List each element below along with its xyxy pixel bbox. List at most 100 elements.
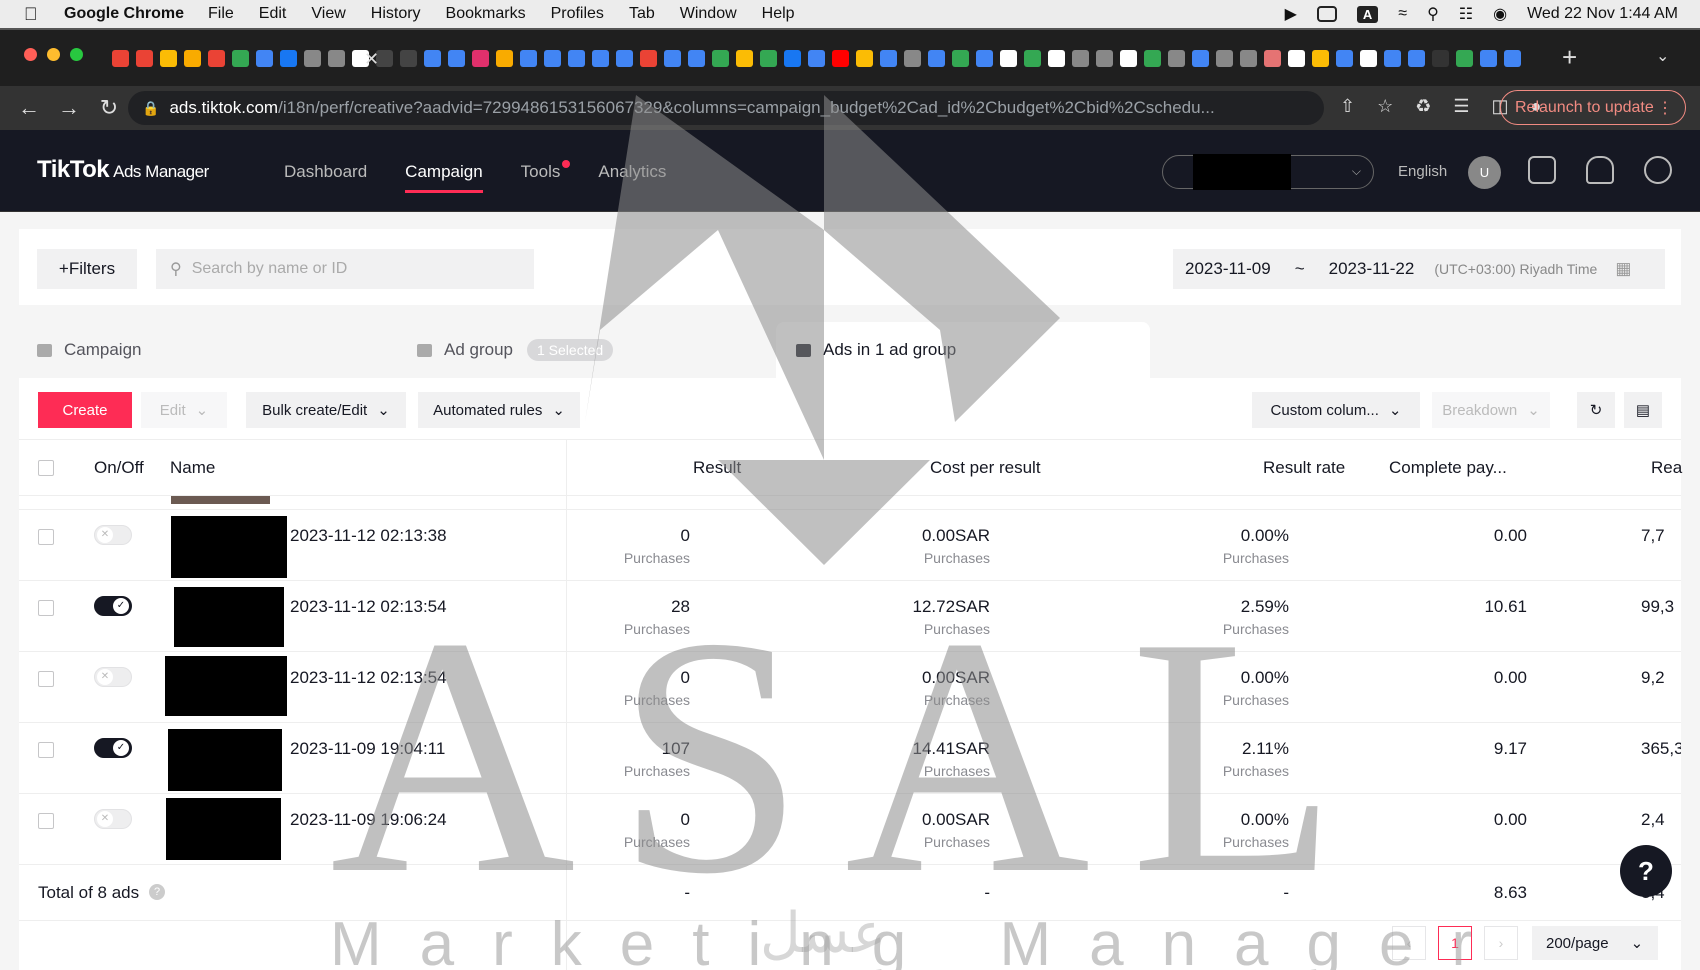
tab-favicon-34[interactable]	[904, 50, 921, 67]
tab-favicon-21[interactable]	[592, 50, 609, 67]
tab-favicon-23[interactable]	[640, 50, 657, 67]
tab-favicon-3[interactable]	[160, 50, 177, 67]
back-icon[interactable]: ←	[18, 95, 40, 121]
tab-favicon-50[interactable]	[1288, 50, 1305, 67]
tab-favicon-1[interactable]	[112, 50, 129, 67]
spotlight-icon[interactable]: ⚲	[1427, 4, 1439, 24]
tab-favicon-45[interactable]	[1168, 50, 1185, 67]
tab-favicon-59[interactable]	[1504, 50, 1521, 67]
tab-favicon-10[interactable]	[328, 50, 345, 67]
tab-favicon-5[interactable]	[208, 50, 225, 67]
tab-favicon-52[interactable]	[1336, 50, 1353, 67]
minimize-window-icon[interactable]	[47, 48, 60, 61]
edit-button[interactable]: Edit ⌄	[141, 392, 227, 428]
breakdown-button[interactable]: Breakdown ⌄	[1432, 392, 1550, 428]
help-floating-button[interactable]: ?	[1620, 845, 1672, 897]
close-window-icon[interactable]	[24, 48, 37, 61]
info-icon[interactable]: ?	[149, 884, 165, 900]
header-onoff[interactable]: On/Off	[94, 458, 144, 478]
battery-icon[interactable]	[1316, 6, 1337, 22]
row-checkbox[interactable]	[38, 529, 54, 545]
ad-name[interactable]: 2023-11-09 19:04:11	[290, 739, 445, 759]
ad-status-toggle[interactable]: ✓	[94, 596, 132, 616]
bulk-edit-button[interactable]: Bulk create/Edit ⌄	[246, 392, 406, 428]
tab-favicon-16[interactable]	[472, 50, 489, 67]
ad-name[interactable]: 2023-11-12 02:13:38	[290, 526, 447, 546]
tab-favicon-39[interactable]	[1024, 50, 1041, 67]
menu-tab[interactable]: Tab	[629, 5, 655, 23]
share-icon[interactable]: ⇧	[1340, 96, 1355, 117]
help-circle-icon[interactable]	[1644, 156, 1672, 184]
row-checkbox[interactable]	[38, 671, 54, 687]
ad-thumbnail[interactable]	[166, 798, 281, 860]
header-result[interactable]: Result	[693, 458, 741, 478]
ad-status-toggle[interactable]: ✓	[94, 738, 132, 758]
tab-favicon-42[interactable]	[1096, 50, 1113, 67]
ad-status-toggle[interactable]: ✕	[94, 667, 132, 687]
account-selector[interactable]: ⌵	[1162, 154, 1374, 190]
tab-favicon-4[interactable]	[184, 50, 201, 67]
tab-favicon-37[interactable]	[976, 50, 993, 67]
wifi-icon[interactable]: ≈	[1398, 5, 1407, 23]
page-button-current[interactable]: 1	[1438, 926, 1472, 960]
selected-chip[interactable]: 1 Selected	[527, 339, 614, 361]
select-all-checkbox[interactable]	[38, 459, 54, 476]
tab-favicon-9[interactable]	[304, 50, 321, 67]
row-checkbox[interactable]	[38, 742, 54, 758]
menu-view[interactable]: View	[311, 5, 345, 23]
bell-icon[interactable]	[1586, 156, 1614, 184]
ad-status-toggle[interactable]: ✕	[94, 525, 132, 545]
tab-favicon-30[interactable]	[808, 50, 825, 67]
tab-favicon-26[interactable]	[712, 50, 729, 67]
apple-icon[interactable]: 	[24, 4, 44, 25]
tab-favicon-36[interactable]	[952, 50, 969, 67]
tab-favicon-15[interactable]	[448, 50, 465, 67]
table-row[interactable]: ✕ 2023-11-12 02:13:38 0 Purchases 0.00SAR Pur…	[19, 510, 1681, 581]
tab-favicon-46[interactable]	[1192, 50, 1209, 67]
tab-favicon-24[interactable]	[664, 50, 681, 67]
page-size-select[interactable]: 200/page ⌄	[1532, 926, 1658, 960]
tab-favicon-20[interactable]	[568, 50, 585, 67]
menu-help[interactable]: Help	[762, 5, 795, 23]
tab-favicon-51[interactable]	[1312, 50, 1329, 67]
row-checkbox[interactable]	[38, 813, 54, 829]
ad-thumbnail[interactable]	[171, 516, 287, 578]
tab-favicon-55[interactable]	[1408, 50, 1425, 67]
tab-favicon-25[interactable]	[688, 50, 705, 67]
custom-columns-button[interactable]: Custom colum... ⌄	[1252, 392, 1420, 428]
export-icon[interactable]: ▤	[1624, 392, 1662, 428]
tab-favicon-41[interactable]	[1072, 50, 1089, 67]
tab-favicon-2[interactable]	[136, 50, 153, 67]
tab-favicon-58[interactable]	[1480, 50, 1497, 67]
ad-name[interactable]: 2023-11-12 02:13:54	[290, 668, 447, 688]
table-row[interactable]: ✕ 2023-11-12 02:13:54 0 Purchases 0.00SAR Pur…	[19, 652, 1681, 723]
tab-favicon-32[interactable]	[856, 50, 873, 67]
menu-window[interactable]: Window	[680, 5, 737, 23]
clock[interactable]: Wed 22 Nov 1:44 AM	[1527, 5, 1678, 23]
table-row[interactable]: ✕ 2023-11-09 19:06:24 0 Purchases 0.00SAR Pur…	[19, 794, 1681, 865]
bookmark-star-icon[interactable]: ☆	[1377, 96, 1393, 117]
siri-icon[interactable]: ◉	[1493, 4, 1507, 24]
reading-list-icon[interactable]: ☰	[1453, 96, 1469, 117]
next-page-icon[interactable]: ›	[1484, 926, 1518, 960]
row-checkbox[interactable]	[38, 600, 54, 616]
header-reach[interactable]: Rea	[1651, 458, 1682, 478]
ad-status-toggle[interactable]: ✕	[94, 809, 132, 829]
tab-favicon-47[interactable]	[1216, 50, 1233, 67]
tab-favicon-7[interactable]	[256, 50, 273, 67]
forward-icon[interactable]: →	[58, 95, 80, 121]
zoom-window-icon[interactable]	[70, 48, 83, 61]
filters-button[interactable]: +Filters	[37, 249, 137, 289]
menu-file[interactable]: File	[208, 5, 234, 23]
prev-page-icon[interactable]: ‹	[1392, 926, 1426, 960]
tab-favicon-57[interactable]	[1456, 50, 1473, 67]
lock-icon[interactable]: 🔒	[142, 100, 159, 117]
tab-favicon-40[interactable]	[1048, 50, 1065, 67]
table-row[interactable]: ✓ 2023-11-12 02:13:54 28 Purchases 12.72SAR P…	[19, 581, 1681, 652]
tab-favicon-27[interactable]	[736, 50, 753, 67]
tab-ad-group[interactable]: Ad group 1 Selected	[417, 322, 614, 378]
header-name[interactable]: Name	[170, 458, 215, 478]
menu-history[interactable]: History	[371, 5, 421, 23]
extension-icon[interactable]: ♻	[1415, 96, 1431, 117]
header-cost-per-result[interactable]: Cost per result	[930, 458, 1041, 478]
